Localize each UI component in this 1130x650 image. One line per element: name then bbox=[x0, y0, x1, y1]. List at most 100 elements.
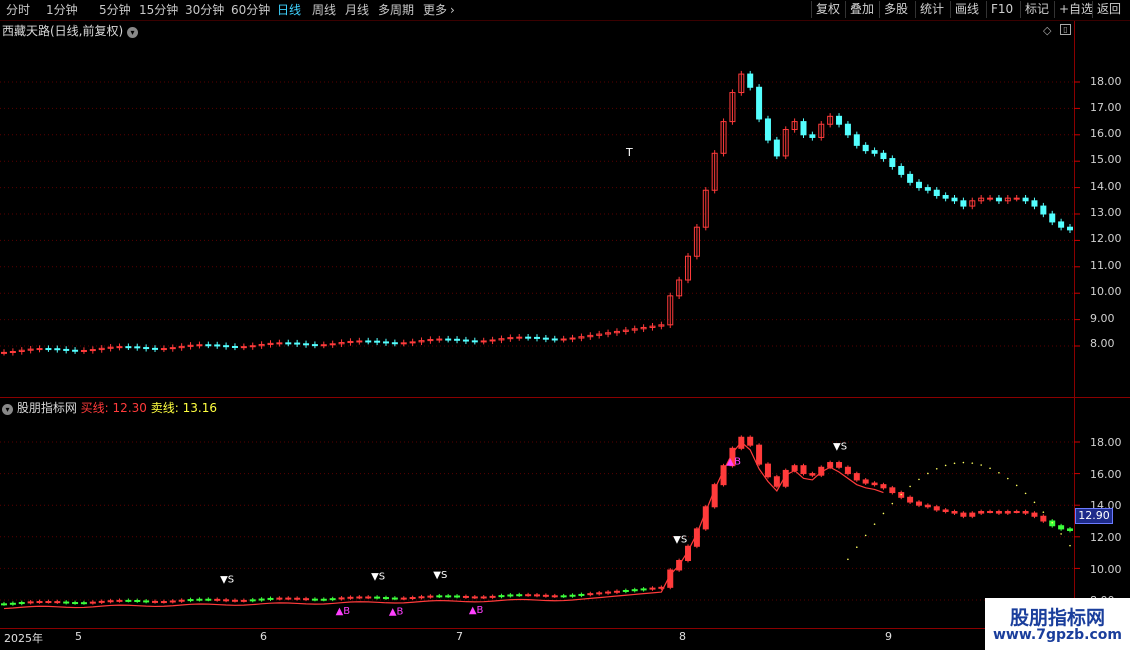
sell-line-dot bbox=[882, 512, 885, 515]
indicator-body bbox=[889, 487, 896, 494]
t-annotation: T bbox=[626, 146, 633, 159]
indicator-body bbox=[809, 473, 816, 476]
indicator-body bbox=[329, 598, 336, 601]
kline-body bbox=[400, 342, 407, 345]
kline-body bbox=[63, 348, 70, 351]
kline-body bbox=[836, 115, 843, 125]
kline-body bbox=[285, 342, 292, 345]
indicator-body bbox=[951, 511, 958, 514]
indicator-body bbox=[436, 595, 443, 598]
sell-line-dot bbox=[962, 461, 965, 464]
indicator-body bbox=[231, 599, 238, 602]
sell-signal: ▼S bbox=[371, 572, 385, 583]
sell-line-dot bbox=[953, 462, 956, 465]
kline-body bbox=[214, 344, 221, 347]
indicator-body bbox=[187, 599, 194, 602]
kline-body bbox=[143, 347, 150, 350]
indicator-body bbox=[276, 597, 283, 600]
kline-body bbox=[1, 351, 7, 354]
indicator-body bbox=[214, 598, 221, 601]
sell-line-dot bbox=[1060, 533, 1062, 535]
indicator-body bbox=[534, 594, 540, 597]
kline-body bbox=[409, 341, 416, 344]
sell-line-dot bbox=[1024, 492, 1027, 495]
indicator-body bbox=[391, 597, 398, 600]
indicator-body bbox=[551, 595, 558, 598]
kline-body bbox=[320, 344, 327, 347]
indicator-body bbox=[987, 511, 994, 514]
kline-body bbox=[9, 350, 16, 353]
kline-body bbox=[747, 73, 754, 88]
kline-body bbox=[382, 341, 389, 344]
kline-body bbox=[516, 336, 523, 339]
sell-line-dot bbox=[1015, 484, 1018, 487]
indicator-body bbox=[907, 496, 914, 503]
indicator-body bbox=[969, 512, 976, 517]
indicator-body bbox=[711, 484, 718, 508]
indicator-body bbox=[631, 589, 638, 592]
indicator-body bbox=[18, 602, 25, 605]
kline-body bbox=[223, 345, 230, 348]
indicator-body bbox=[1, 603, 7, 606]
indicator-body bbox=[249, 599, 256, 602]
kline-body bbox=[1049, 213, 1056, 223]
indicator-body bbox=[853, 473, 860, 481]
indicator-body bbox=[613, 590, 620, 593]
kline-body bbox=[356, 340, 363, 343]
indicator-body bbox=[489, 595, 496, 598]
kline-body bbox=[480, 340, 487, 343]
kline-body bbox=[951, 197, 958, 202]
indicator-body bbox=[800, 465, 807, 475]
indicator-body bbox=[471, 596, 478, 599]
kline-body bbox=[152, 347, 159, 350]
indicator-body bbox=[1031, 512, 1038, 517]
kline-body bbox=[311, 344, 318, 347]
kline-body bbox=[987, 197, 994, 200]
indicator-body bbox=[1058, 525, 1065, 530]
indicator-body bbox=[205, 598, 212, 601]
sell-signal: ▼S bbox=[673, 535, 687, 546]
buy-signal: ▲B bbox=[336, 606, 351, 617]
indicator-body bbox=[747, 436, 754, 446]
indicator-body bbox=[587, 593, 594, 596]
indicator-body bbox=[152, 600, 159, 603]
indicator-body bbox=[178, 599, 185, 602]
sell-line-dot bbox=[980, 464, 982, 466]
kline-body bbox=[454, 338, 461, 341]
indicator-body bbox=[978, 511, 985, 514]
kline-body bbox=[1067, 226, 1073, 231]
indicator-body bbox=[942, 509, 949, 513]
kline-body bbox=[249, 345, 256, 348]
sell-line-dot bbox=[873, 523, 876, 525]
kline-body bbox=[560, 338, 567, 341]
sell-line-dot bbox=[944, 464, 947, 467]
sell-line-dot bbox=[856, 546, 858, 548]
indicator-body bbox=[223, 599, 230, 602]
kline-body bbox=[391, 342, 398, 345]
sell-line-dot bbox=[935, 468, 938, 470]
indicator-body bbox=[569, 594, 576, 597]
indicator-body bbox=[36, 601, 43, 604]
kline-body bbox=[116, 346, 123, 349]
indicator-body bbox=[924, 504, 931, 508]
indicator-body bbox=[374, 596, 381, 599]
indicator-body bbox=[454, 595, 461, 598]
indicator-body bbox=[303, 598, 310, 601]
indicator-body bbox=[134, 599, 141, 602]
kline-body bbox=[196, 344, 203, 347]
kline-body bbox=[329, 343, 336, 346]
sell-line-dot bbox=[864, 534, 867, 537]
kline-body bbox=[36, 348, 43, 351]
kline-body bbox=[809, 134, 816, 138]
sell-line-dot bbox=[847, 558, 849, 561]
indicator-body bbox=[960, 512, 967, 517]
kline-body bbox=[924, 187, 931, 191]
indicator-body bbox=[347, 596, 354, 599]
indicator-body bbox=[89, 601, 96, 604]
indicator-body bbox=[240, 599, 247, 602]
indicator-body bbox=[516, 594, 523, 597]
kline-body bbox=[169, 347, 176, 350]
kline-chart[interactable]: ▼S▼S▼S▼S▼S▼S▲B▲B▲B▲B bbox=[0, 0, 1130, 650]
indicator-body bbox=[995, 511, 1002, 514]
kline-body bbox=[1013, 197, 1020, 200]
